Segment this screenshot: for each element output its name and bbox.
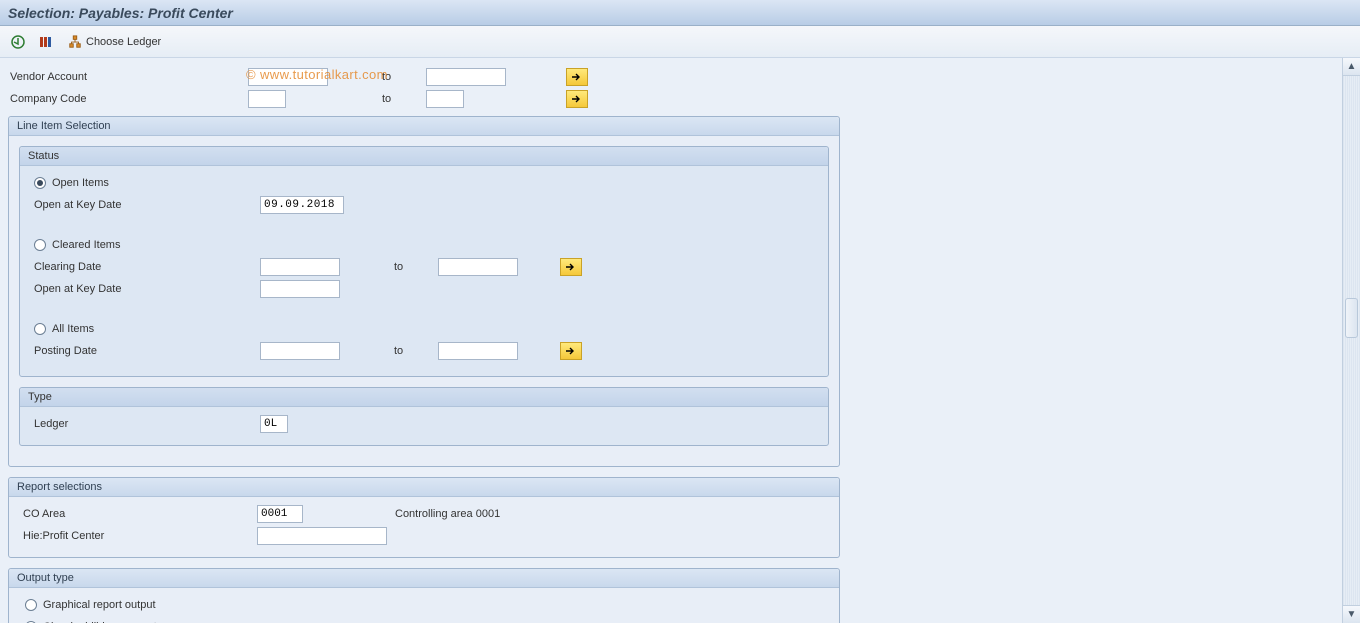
posting-date-from[interactable]: [260, 342, 340, 360]
status-group: Status Open Items Open at Key Date: [19, 146, 829, 377]
co-area-label: CO Area: [17, 508, 257, 520]
vendor-account-label: Vendor Account: [4, 71, 248, 83]
open-key-date2-label: Open at Key Date: [26, 283, 260, 295]
vertical-scrollbar[interactable]: ▲ ▼: [1342, 58, 1360, 623]
all-items-label: All Items: [52, 323, 94, 335]
toolbar: Choose Ledger © www.tutorialkart.com: [0, 26, 1360, 58]
choose-ledger-label: Choose Ledger: [86, 36, 161, 48]
scroll-track[interactable]: [1343, 76, 1360, 605]
posting-date-to[interactable]: [438, 342, 518, 360]
company-code-row: Company Code to: [4, 88, 1338, 110]
vendor-account-multi-button[interactable]: [566, 68, 588, 86]
open-items-label: Open Items: [52, 177, 109, 189]
page-title: Selection: Payables: Profit Center: [8, 5, 233, 21]
line-item-selection-group: Line Item Selection Status Open Items: [8, 116, 840, 467]
vendor-account-to[interactable]: [426, 68, 506, 86]
hie-profit-center-input[interactable]: [257, 527, 387, 545]
clearing-date-multi-button[interactable]: [560, 258, 582, 276]
co-area-desc: Controlling area 0001: [395, 508, 500, 520]
output-type-group: Output type Graphical report output Clas…: [8, 568, 840, 623]
arrow-right-icon: [565, 262, 577, 272]
graphical-output-label: Graphical report output: [43, 599, 156, 611]
status-header: Status: [20, 147, 828, 166]
scroll-down-button[interactable]: ▼: [1343, 605, 1360, 623]
data-source-button[interactable]: [34, 31, 58, 53]
co-area-input[interactable]: [257, 505, 303, 523]
output-type-header: Output type: [9, 569, 839, 588]
company-code-to[interactable]: [426, 90, 464, 108]
posting-date-multi-button[interactable]: [560, 342, 582, 360]
type-header: Type: [20, 388, 828, 407]
cleared-items-label: Cleared Items: [52, 239, 120, 251]
scroll-thumb[interactable]: [1345, 298, 1358, 338]
company-to-label: to: [382, 93, 412, 105]
open-key-date2-input[interactable]: [260, 280, 340, 298]
vendor-account-row: Vendor Account to: [4, 66, 1338, 88]
all-items-radio[interactable]: [34, 323, 46, 335]
line-item-selection-header: Line Item Selection: [9, 117, 839, 136]
vendor-to-label: to: [382, 71, 412, 83]
ledger-label: Ledger: [26, 418, 260, 430]
report-selections-group: Report selections CO Area Controlling ar…: [8, 477, 840, 558]
company-code-multi-button[interactable]: [566, 90, 588, 108]
choose-ledger-button[interactable]: Choose Ledger: [62, 31, 167, 53]
posting-to-label: to: [394, 345, 424, 357]
clearing-to-label: to: [394, 261, 424, 273]
execute-button[interactable]: [6, 31, 30, 53]
open-key-date-label: Open at Key Date: [26, 199, 260, 211]
content-area: Vendor Account to Company Code to Line: [0, 58, 1342, 623]
title-bar: Selection: Payables: Profit Center: [0, 0, 1360, 26]
clearing-date-label: Clearing Date: [26, 261, 260, 273]
scroll-up-button[interactable]: ▲: [1343, 58, 1360, 76]
open-items-radio[interactable]: [34, 177, 46, 189]
open-key-date-input[interactable]: [260, 196, 344, 214]
company-code-label: Company Code: [4, 93, 248, 105]
cleared-items-radio[interactable]: [34, 239, 46, 251]
type-group: Type Ledger: [19, 387, 829, 446]
posting-date-label: Posting Date: [26, 345, 260, 357]
hie-profit-center-label: Hie:Profit Center: [17, 530, 257, 542]
ledger-input[interactable]: [260, 415, 288, 433]
arrow-right-icon: [571, 94, 583, 104]
report-selections-header: Report selections: [9, 478, 839, 497]
clearing-date-from[interactable]: [260, 258, 340, 276]
vendor-account-from[interactable]: [248, 68, 328, 86]
company-code-from[interactable]: [248, 90, 286, 108]
graphical-output-radio[interactable]: [25, 599, 37, 611]
arrow-right-icon: [565, 346, 577, 356]
hierarchy-icon: [68, 35, 82, 49]
clearing-date-to[interactable]: [438, 258, 518, 276]
arrow-right-icon: [571, 72, 583, 82]
